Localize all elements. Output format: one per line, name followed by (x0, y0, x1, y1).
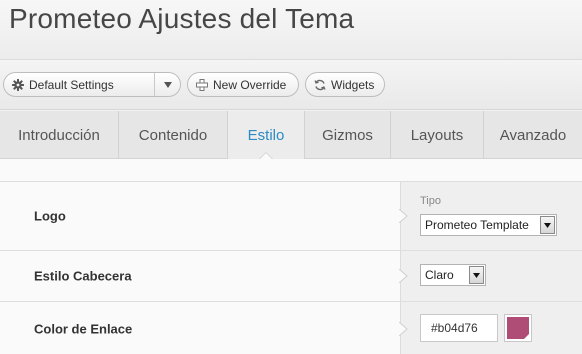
tab-avanzado[interactable]: Avanzado (484, 111, 582, 159)
chevron-right-icon (398, 268, 408, 284)
chevron-down-icon[interactable] (540, 216, 555, 234)
tab-layouts[interactable]: Layouts (391, 111, 484, 159)
new-override-button[interactable]: New Override (187, 72, 299, 97)
content-spacer (0, 159, 582, 181)
setting-row-color-enlace: Color de Enlace #b04d76 (0, 302, 582, 354)
tipo-label: Tipo (420, 195, 441, 207)
logo-type-select[interactable]: Prometeo Template (420, 214, 557, 236)
page-title: Prometeo Ajustes del Tema (9, 3, 355, 34)
page-header: Prometeo Ajustes del Tema (0, 0, 582, 60)
chevron-right-icon (398, 208, 408, 224)
chevron-down-icon[interactable] (154, 73, 180, 96)
widgets-button[interactable]: Widgets (305, 72, 385, 97)
tab-introduccion[interactable]: Introducción (0, 111, 119, 159)
refresh-icon (314, 79, 326, 91)
chevron-right-icon (398, 321, 408, 337)
tab-contenido[interactable]: Contenido (119, 111, 228, 159)
setting-row-estilo-cabecera: Estilo Cabecera Claro (0, 251, 582, 302)
setting-label-color-enlace: Color de Enlace (34, 321, 133, 337)
settings-dropdown-button[interactable]: Default Settings (3, 72, 181, 97)
header-style-select[interactable]: Claro (420, 264, 486, 286)
chevron-down-icon[interactable] (469, 266, 484, 284)
setting-label-estilo-cabecera: Estilo Cabecera (34, 268, 132, 284)
color-swatch-fill (507, 317, 529, 339)
tab-estilo[interactable]: Estilo (228, 111, 305, 160)
gear-icon (12, 78, 24, 91)
settings-table: Logo Tipo Prometeo Template Estilo Cabec… (0, 181, 582, 354)
plus-icon (196, 78, 208, 91)
logo-type-value: Prometeo Template (425, 218, 529, 232)
settings-dropdown-label: Default Settings (29, 77, 114, 92)
header-style-value: Claro (425, 268, 454, 282)
setting-row-logo: Logo Tipo Prometeo Template (0, 182, 582, 251)
widgets-label: Widgets (331, 77, 375, 92)
tab-gizmos[interactable]: Gizmos (305, 111, 391, 159)
link-color-swatch[interactable] (504, 314, 532, 342)
tab-bar: Introducción Contenido Estilo Gizmos Lay… (0, 111, 582, 160)
link-color-input[interactable]: #b04d76 (420, 314, 498, 342)
toolbar: Default Settings New Override Widgets (0, 60, 582, 110)
setting-label-logo: Logo (34, 208, 66, 224)
new-override-label: New Override (213, 77, 287, 92)
